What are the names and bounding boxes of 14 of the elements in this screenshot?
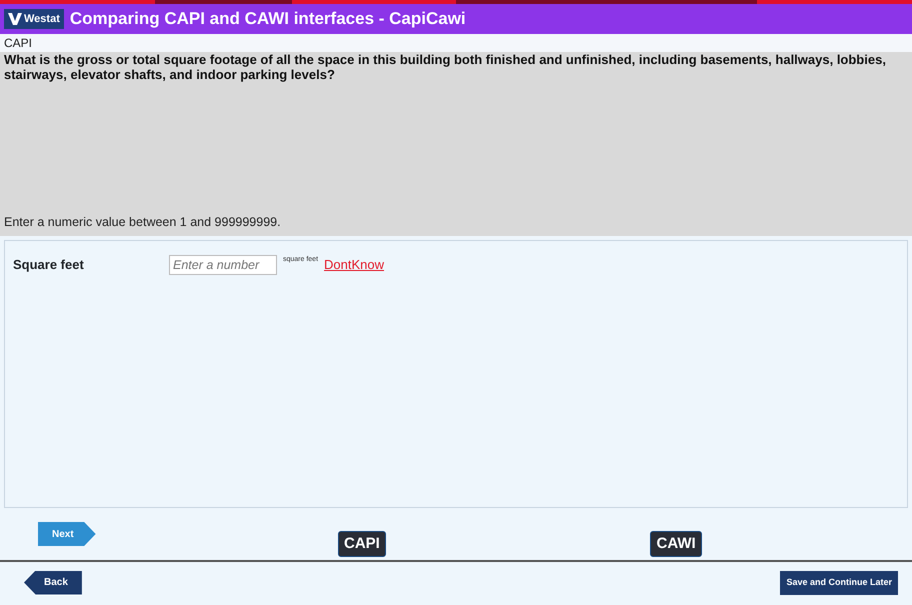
save-and-continue-button[interactable]: Save and Continue Later (780, 570, 898, 594)
answer-label: Square feet (13, 256, 85, 274)
next-button[interactable]: Next (38, 522, 96, 546)
window-title: Comparing CAPI and CAWI interfaces - CapiCawi (70, 8, 466, 30)
back-button[interactable]: Back (24, 570, 82, 594)
question-text: What is the gross or total square footage of all the space in this building both finished and unfinished, including basements, hallways, lobbies, stairways, elevator shafts, and indoor parking levels? (4, 52, 887, 82)
logo-text: Westat (24, 12, 60, 27)
mode-button[interactable]: CAPI (338, 530, 386, 558)
number-input-field[interactable]: Enter a number (169, 255, 277, 275)
dont-know-link[interactable]: DontKnow (324, 255, 384, 274)
mode-button[interactable]: CAWI (650, 530, 702, 558)
mode-label: CAPI (0, 34, 912, 52)
logo-mark-icon (8, 13, 22, 25)
instruction-text: Enter a numeric value between 1 and 999999999. (4, 214, 282, 232)
